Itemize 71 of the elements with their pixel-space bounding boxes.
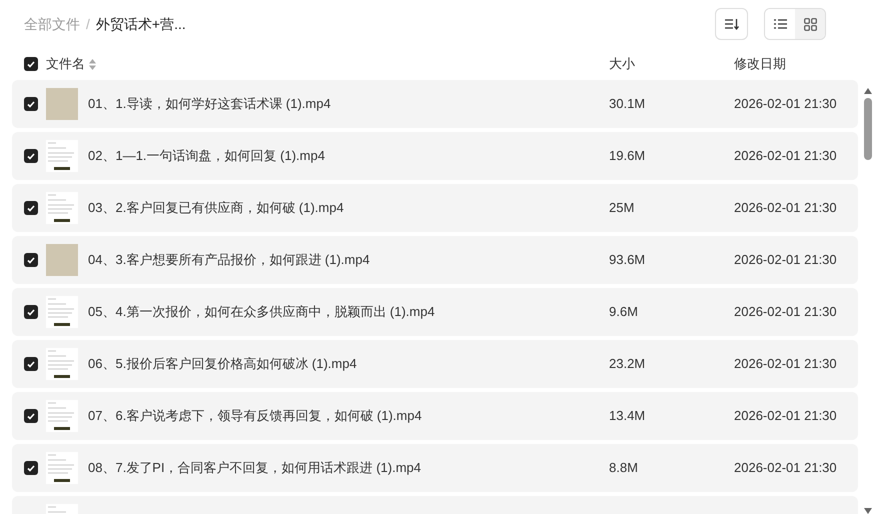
checkbox[interactable] [24,149,38,163]
file-row[interactable]: 03、2.客户回复已有供应商，如何破 (1).mp4 25M 2026-02-01 21:30 [12,184,858,232]
checkbox[interactable] [24,461,38,475]
file-name: 05、4.第一次报价，如何在众多供应商中，脱颖而出 (1).mp4 [88,303,435,322]
photo-placeholder [46,88,78,120]
sort-icon [724,18,738,30]
photo-placeholder [46,244,78,276]
check-icon [27,256,35,264]
modified-date: 2026-02-01 21:30 [734,199,837,218]
check-icon [27,412,35,420]
file-name: 08、7.发了PI，合同客户不回复，如何用话术跟进 (1).mp4 [88,459,421,478]
modified-date: 2026-02-01 21:30 [734,303,837,322]
modified-date: 2026-02-01 21:30 [734,459,837,478]
checkbox[interactable] [24,357,38,371]
sort-button[interactable] [715,8,748,40]
document-thumbnail [46,192,78,224]
file-size: 9.6M [609,304,638,320]
file-size: 30.1M [609,96,646,112]
file-size: 25M [609,200,634,216]
scrollbar-thumb[interactable] [864,98,872,160]
file-size: 23.2M [609,356,646,372]
column-header: 修改日期 [734,55,786,74]
document-thumbnail [46,296,78,328]
check-icon [27,152,35,160]
file-size: 19.6M [609,148,646,164]
checkbox[interactable] [24,305,38,319]
modified-date: 2026-02-01 21:30 [734,407,837,426]
list-icon [774,19,786,29]
scroll-down-icon[interactable] [864,508,872,514]
file-name: 01、1.导读，如何学好这套话术课 (1).mp4 [88,95,331,114]
check-icon [27,204,35,212]
file-row[interactable]: 07、6.客户说考虑下，领导有反馈再回复，如何破 (1).mp4 13.4M 2026-02-01 21:30 [12,392,858,440]
breadcrumb-current: 外贸话术+营... [96,14,186,34]
file-size: 13.4M [609,408,646,424]
file-size: 8.8M [609,460,638,476]
document-thumbnail [46,140,78,172]
modified-date: 2026-02-01 21:30 [734,355,837,374]
grid-view-button[interactable] [795,9,825,39]
check-icon [27,60,35,68]
breadcrumb-separator: / [86,14,90,34]
document-thumbnail [46,400,78,432]
checkbox[interactable] [24,57,38,71]
file-row[interactable]: 05、4.第一次报价，如何在众多供应商中，脱颖而出 (1).mp4 9.6M 2026-02-01 21:30 [12,288,858,336]
file-row[interactable]: 08、7.发了PI，合同客户不回复，如何用话术跟进 (1).mp4 8.8M 2026-02-01 21:30 [12,444,858,492]
document-thumbnail [46,348,78,380]
file-name: 04、3.客户想要所有产品报价，如何跟进 (1).mp4 [88,251,370,270]
column-header: 大小 [609,55,635,74]
column-header[interactable]: 文件名 [46,54,85,74]
modified-date: 2026-02-01 21:30 [734,95,837,114]
scroll-up-icon[interactable] [864,88,872,94]
file-row[interactable]: 02、1—1.一句话询盘，如何回复 (1).mp4 19.6M 2026-02-01 21:30 [12,132,858,180]
file-name: 07、6.客户说考虑下，领导有反馈再回复，如何破 (1).mp4 [88,407,422,426]
file-size: 93.6M [609,252,646,268]
file-row[interactable]: 06、5.报价后客户回复价格高如何破冰 (1).mp4 23.2M 2026-02-01 21:30 [12,340,858,388]
checkbox[interactable] [24,253,38,267]
file-row[interactable]: 04、3.客户想要所有产品报价，如何跟进 (1).mp4 93.6M 2026-02-01 21:30 [12,236,858,284]
document-thumbnail [46,452,78,484]
file-name: 02、1—1.一句话询盘，如何回复 (1).mp4 [88,147,325,166]
checkbox[interactable] [24,201,38,215]
file-row[interactable]: 01、1.导读，如何学好这套话术课 (1).mp4 30.1M 2026-02-01 21:30 [12,80,858,128]
grid-icon [804,18,816,30]
check-icon [27,464,35,472]
modified-date: 2026-02-01 21:30 [734,251,837,270]
check-icon [27,100,35,108]
modified-date: 2026-02-01 21:30 [734,147,837,166]
checkbox[interactable] [24,97,38,111]
check-icon [27,360,35,368]
file-name: 06、5.报价后客户回复价格高如何破冰 (1).mp4 [88,355,357,374]
file-name: 03、2.客户回复已有供应商，如何破 (1).mp4 [88,199,344,218]
check-icon [27,308,35,316]
checkbox[interactable] [24,409,38,423]
